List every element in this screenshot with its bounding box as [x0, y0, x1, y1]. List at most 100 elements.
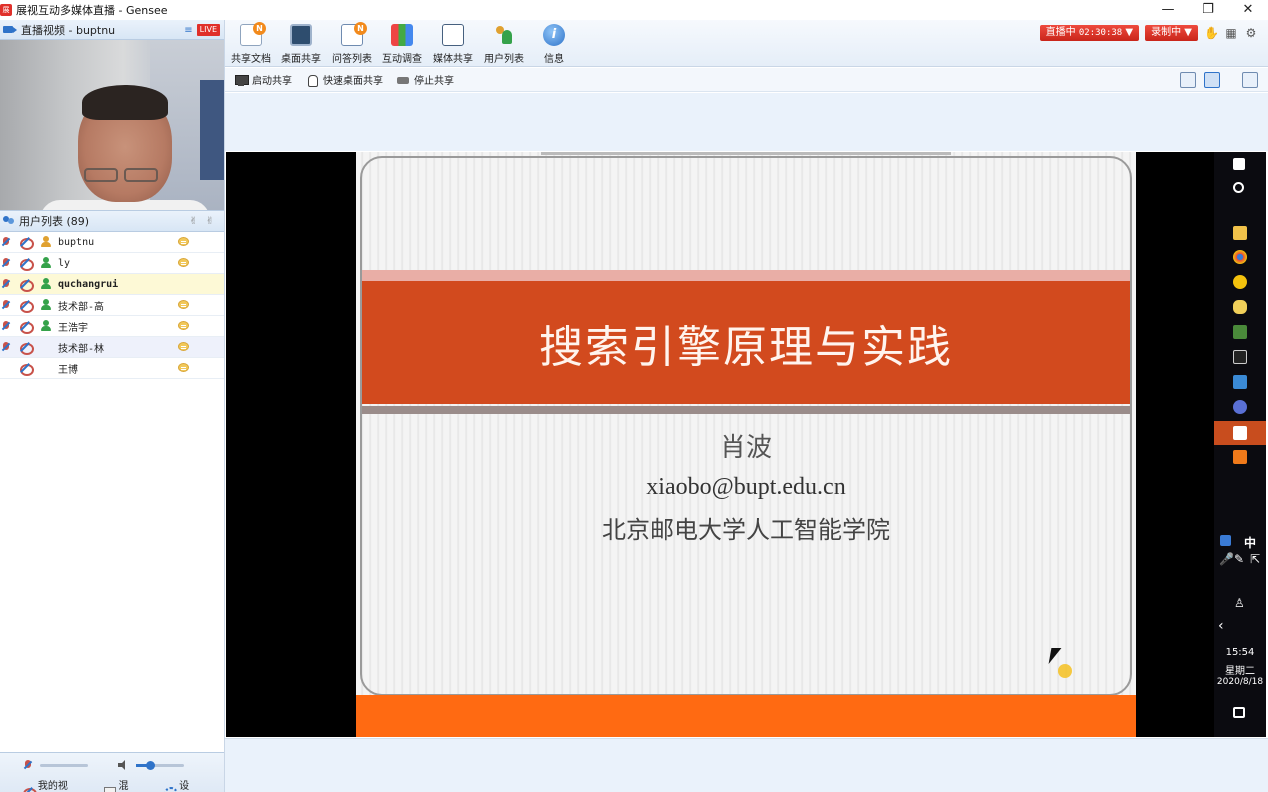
microphone-icon[interactable]: 🎤 — [1219, 552, 1234, 566]
shared-doc-label: 共享文档 — [231, 54, 271, 65]
qa-list-button[interactable]: N 问答列表 — [327, 22, 377, 65]
taskbar-time[interactable]: 15:54 — [1214, 647, 1266, 658]
user-list-header: 用户列表 (89) ✌ ✌ — [0, 210, 224, 232]
camera-off-icon — [22, 786, 37, 792]
app-logo-icon: 展 — [0, 4, 12, 16]
gensee-app-icon[interactable] — [1233, 426, 1247, 440]
survey-label: 互动调查 — [382, 54, 422, 65]
app-icon[interactable] — [1233, 300, 1247, 314]
gear-icon[interactable]: ⚙ — [1244, 26, 1258, 40]
media-share-button[interactable]: 媒体共享 — [428, 24, 478, 65]
microphone-placeholder — [0, 362, 12, 374]
user-row[interactable]: buptnu — [0, 232, 224, 253]
taskbar-weekday[interactable]: 星期二 — [1214, 662, 1266, 677]
quick-share-button[interactable]: 快速桌面共享 — [306, 72, 383, 87]
microphone-icon[interactable] — [0, 236, 12, 248]
chat-icon[interactable] — [178, 342, 189, 351]
microphone-off-icon[interactable] — [0, 320, 12, 332]
microphone-off-icon[interactable] — [0, 299, 12, 311]
user-list-button[interactable]: 用户列表 — [479, 24, 529, 65]
people-icon[interactable]: ♙ — [1234, 596, 1245, 610]
mix-audio-button[interactable]: W 混音 — [103, 777, 139, 792]
app-icon[interactable] — [1233, 450, 1247, 464]
camera-off-icon[interactable] — [19, 341, 34, 355]
chevron-left-icon[interactable]: ‹ — [1218, 618, 1224, 634]
settings-button[interactable]: 设置 — [163, 777, 199, 792]
fit-screen-icon[interactable] — [1180, 72, 1196, 88]
desktop-share-toolbar: 启动共享 快速桌面共享 停止共享 — [225, 68, 1268, 92]
survey-button[interactable]: 互动调查 — [377, 24, 427, 65]
file-explorer-icon[interactable] — [1233, 226, 1247, 240]
speaker-icon[interactable] — [118, 760, 130, 770]
live-video-feed[interactable] — [0, 40, 224, 210]
microphone-off-icon[interactable] — [0, 341, 12, 353]
minimize-button[interactable]: — — [1148, 0, 1188, 20]
app-icon[interactable] — [1233, 375, 1247, 389]
info-button[interactable]: i 信息 — [529, 24, 579, 65]
camera-off-icon[interactable] — [19, 278, 34, 292]
taskbar-date[interactable]: 2020/8/18 — [1214, 677, 1266, 687]
shared-screen[interactable]: 搜索引擎原理与实践 肖波 xiaobo@bupt.edu.cn 北京邮电大学人工… — [226, 152, 1266, 737]
actual-size-icon[interactable] — [1204, 72, 1220, 88]
chat-icon[interactable] — [178, 321, 189, 330]
close-button[interactable]: ✕ — [1228, 0, 1268, 20]
record-status-button[interactable]: 录制中 ▼ — [1145, 25, 1198, 41]
search-icon[interactable] — [1233, 182, 1244, 193]
layout-icon[interactable]: ▦ — [1224, 26, 1238, 40]
chat-icon[interactable] — [178, 363, 189, 372]
app-icon[interactable] — [1233, 400, 1247, 414]
chat-icon[interactable] — [178, 300, 189, 309]
user-row[interactable]: 技术部-高 — [0, 295, 224, 316]
camera-off-icon[interactable] — [19, 236, 34, 250]
chat-icon[interactable] — [178, 237, 189, 246]
user-row[interactable]: ly — [0, 253, 224, 274]
user-row[interactable]: 王博 — [0, 358, 224, 379]
speaker-volume-knob[interactable] — [146, 760, 155, 770]
user-icon — [40, 257, 52, 269]
notification-icon[interactable] — [1233, 707, 1245, 718]
terminal-icon[interactable] — [1233, 350, 1247, 364]
app-icon[interactable] — [1233, 325, 1247, 339]
my-video-button[interactable]: 我的视频 — [22, 777, 78, 792]
camera-off-icon[interactable] — [19, 362, 34, 376]
chevron-down-icon: ▼ — [1125, 27, 1134, 38]
share-area-bottom — [225, 738, 1268, 792]
camera-off-icon[interactable] — [19, 299, 34, 313]
restore-button[interactable]: ❐ — [1188, 0, 1228, 20]
live-status-label: 直播中 — [1045, 27, 1076, 38]
microphone-off-icon[interactable] — [0, 278, 12, 290]
user-row-selected[interactable]: quchangrui — [0, 274, 224, 295]
user-row[interactable]: 王浩宇 — [0, 316, 224, 337]
start-share-label: 启动共享 — [252, 76, 292, 87]
speaker-volume-slider[interactable] — [136, 760, 184, 770]
raise-hand-icon[interactable]: ✌ — [189, 216, 197, 227]
mix-audio-label: 混音 — [118, 781, 129, 792]
hand-icon[interactable]: ✋ — [1204, 26, 1219, 40]
shared-doc-button[interactable]: N 共享文档 — [226, 22, 276, 65]
video-list-icon[interactable]: ≡ — [184, 25, 192, 36]
pen-icon[interactable]: ✎ — [1234, 552, 1244, 566]
chevron-down-icon: ▼ — [1184, 27, 1192, 38]
chrome-icon[interactable] — [1233, 250, 1247, 264]
live-area: ≡ LIVE — [184, 24, 220, 36]
user-row[interactable]: 技术部-林 — [0, 337, 224, 358]
app-icon[interactable] — [1233, 275, 1247, 289]
microphone-volume-slider[interactable] — [40, 763, 88, 767]
slide-pink-band — [362, 270, 1130, 281]
camera-off-icon[interactable] — [19, 257, 34, 271]
camera-off-icon[interactable] — [19, 320, 34, 334]
start-share-button[interactable]: 启动共享 — [235, 72, 292, 87]
settings-label: 设置 — [179, 781, 190, 792]
windows-start-icon[interactable] — [1233, 158, 1245, 170]
ime-language[interactable]: 中 — [1224, 534, 1266, 551]
live-status-button[interactable]: 直播中 02:30:38 ▼ — [1039, 25, 1140, 41]
media-share-icon — [442, 24, 464, 46]
lower-hand-icon[interactable]: ✌ — [206, 216, 214, 227]
chat-icon[interactable] — [178, 258, 189, 267]
microphone-off-icon[interactable] — [0, 257, 12, 269]
microphone-off-icon[interactable] — [22, 759, 34, 771]
expand-icon[interactable]: ⇱ — [1250, 552, 1260, 566]
desktop-share-button[interactable]: 桌面共享 — [276, 24, 326, 65]
stop-share-button[interactable]: 停止共享 — [397, 72, 454, 87]
fullscreen-icon[interactable] — [1242, 72, 1258, 88]
